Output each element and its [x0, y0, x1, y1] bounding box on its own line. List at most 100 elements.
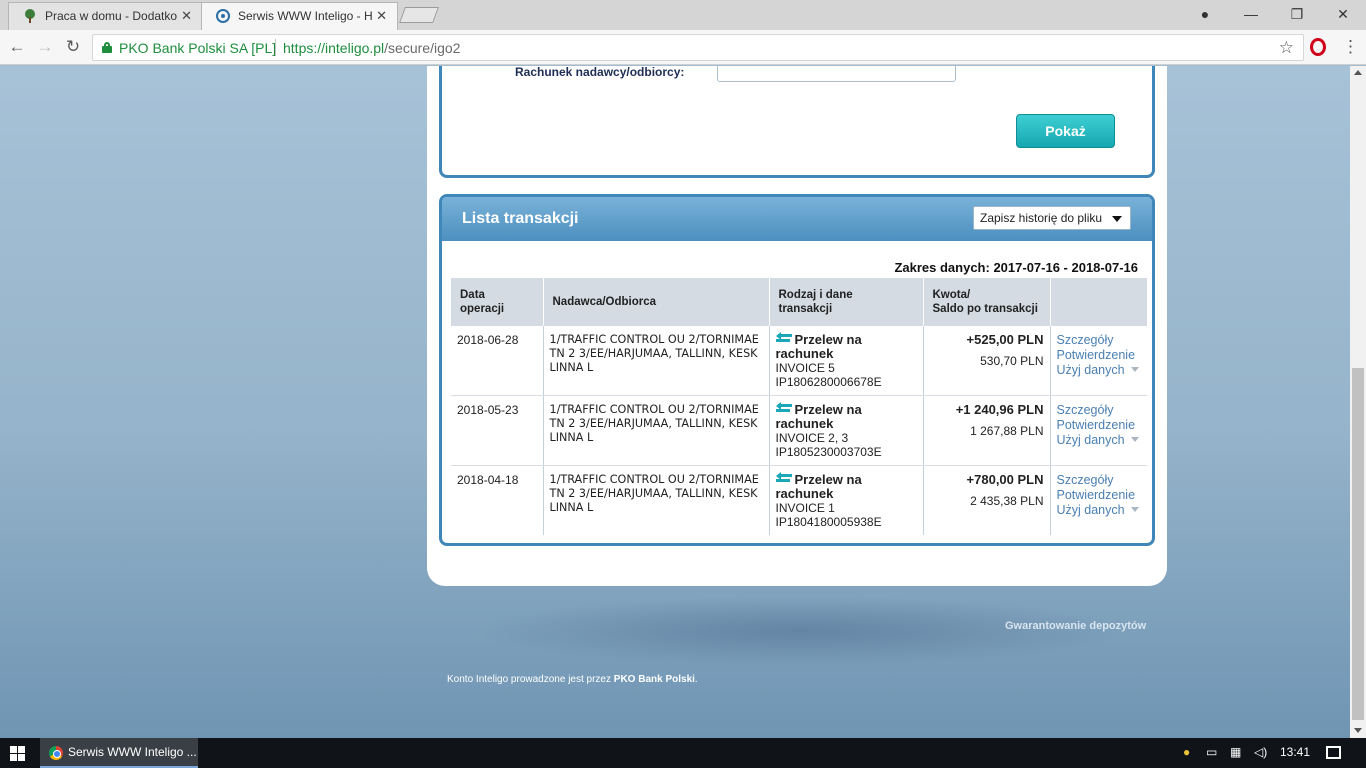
- profile-icon[interactable]: ●: [1182, 0, 1228, 28]
- transaction-description: INVOICE 5: [775, 361, 835, 375]
- scroll-down-arrow-icon[interactable]: [1354, 728, 1362, 733]
- tray-security-icon[interactable]: ●: [1183, 745, 1190, 759]
- scroll-up-arrow-icon[interactable]: [1354, 70, 1362, 75]
- date-range: Zakres danych: 2017-07-16 - 2018-07-16: [894, 260, 1138, 275]
- transaction-amount: +780,00 PLN: [966, 472, 1044, 487]
- cell-type: Przelew na rachunek INVOICE 5 IP1806280006…: [769, 326, 924, 396]
- details-link[interactable]: Szczegóły: [1057, 473, 1142, 488]
- table-row: 2018-06-28 1/TRAFFIC CONTROL OU 2/TORNIMA…: [451, 326, 1147, 396]
- transactions-header: Lista transakcji Zapisz historię do plik…: [442, 197, 1152, 241]
- table-row: 2018-04-18 1/TRAFFIC CONTROL OU 2/TORNIMA…: [451, 465, 1147, 536]
- lock-icon: [102, 42, 112, 53]
- vertical-scrollbar[interactable]: [1350, 66, 1366, 738]
- forward-arrow-icon[interactable]: →: [34, 37, 56, 59]
- tab-title: Serwis WWW Inteligo - H: [238, 9, 373, 23]
- details-link[interactable]: Szczegóły: [1057, 333, 1142, 348]
- windows-start-icon[interactable]: [10, 746, 25, 761]
- column-header-type: Rodzaj i dane transakcji: [769, 278, 924, 326]
- new-tab-button[interactable]: [399, 7, 439, 23]
- cell-party: 1/TRAFFIC CONTROL OU 2/TORNIMAE TN 2 3/E…: [543, 326, 770, 396]
- bookmark-star-icon[interactable]: ☆: [1279, 38, 1294, 58]
- taskbar-chrome-item[interactable]: Serwis WWW Inteligo ...: [40, 738, 198, 768]
- details-link[interactable]: Szczegóły: [1057, 403, 1142, 418]
- transaction-amount: +1 240,96 PLN: [955, 402, 1044, 417]
- reload-icon[interactable]: ↻: [62, 37, 84, 59]
- table-row: 2018-05-23 1/TRAFFIC CONTROL OU 2/TORNIMA…: [451, 395, 1147, 466]
- tab-title: Praca w domu - Dodatko: [45, 9, 178, 23]
- confirmation-link[interactable]: Potwierdzenie: [1057, 418, 1142, 433]
- cell-type: Przelew na rachunek INVOICE 2, 3 IP1805230…: [769, 395, 924, 466]
- chevron-down-icon: [1130, 437, 1139, 442]
- minimize-button[interactable]: —: [1228, 0, 1274, 28]
- chevron-down-icon: [1112, 216, 1122, 222]
- footer-note: Konto Inteligo prowadzone jest przez PKO…: [447, 674, 698, 685]
- column-header-date: Data operacji: [451, 278, 544, 326]
- tray-volume-icon[interactable]: ◁): [1254, 745, 1267, 759]
- cell-amount: +525,00 PLN 530,70 PLN: [923, 326, 1051, 396]
- confirmation-link[interactable]: Potwierdzenie: [1057, 488, 1142, 503]
- url-text: https://inteligo.pl/secure/igo2: [283, 40, 461, 56]
- cell-date: 2018-04-18: [451, 465, 544, 535]
- tree-favicon-icon: [25, 9, 35, 23]
- chevron-down-icon: [1130, 507, 1139, 512]
- transactions-panel: Lista transakcji Zapisz historię do plik…: [439, 194, 1155, 546]
- taskbar: Serwis WWW Inteligo ... ● ▭ ▦ ◁) 13:41: [0, 738, 1366, 768]
- taskbar-item-label: Serwis WWW Inteligo ...: [68, 745, 197, 759]
- transfer-arrows-icon: [775, 472, 792, 483]
- cell-party: 1/TRAFFIC CONTROL OU 2/TORNIMAE TN 2 3/E…: [543, 395, 770, 466]
- cell-amount: +1 240,96 PLN 1 267,88 PLN: [923, 395, 1051, 466]
- close-window-button[interactable]: ✕: [1320, 0, 1366, 28]
- transaction-amount: +525,00 PLN: [966, 332, 1044, 347]
- confirmation-link[interactable]: Potwierdzenie: [1057, 348, 1142, 363]
- cell-amount: +780,00 PLN 2 435,38 PLN: [923, 465, 1051, 535]
- cell-party: 1/TRAFFIC CONTROL OU 2/TORNIMAE TN 2 3/E…: [543, 465, 770, 535]
- balance-after: 1 267,88 PLN: [970, 424, 1044, 438]
- cell-date: 2018-05-23: [451, 395, 544, 466]
- deposit-guarantee-link[interactable]: Gwarantowanie depozytów: [1005, 620, 1146, 632]
- scroll-thumb[interactable]: [1352, 368, 1364, 720]
- restore-button[interactable]: ❐: [1274, 0, 1320, 28]
- cell-actions: Szczegóły Potwierdzenie Użyj danych: [1050, 466, 1147, 536]
- back-arrow-icon[interactable]: ←: [6, 37, 28, 59]
- save-history-select[interactable]: Zapisz historię do pliku: [973, 206, 1131, 230]
- transaction-reference: IP1806280006678E: [775, 375, 882, 389]
- pko-bank-link[interactable]: PKO Bank Polski: [614, 674, 695, 685]
- browser-tab-inteligo[interactable]: Serwis WWW Inteligo - H ✕: [201, 2, 398, 30]
- menu-kebab-icon[interactable]: ⋮: [1342, 36, 1359, 58]
- show-button[interactable]: Pokaż: [1016, 114, 1115, 148]
- browser-tabbar: Praca w domu - Dodatko ✕ Serwis WWW Inte…: [0, 0, 1366, 30]
- transfer-arrows-icon: [775, 332, 792, 343]
- transaction-description: INVOICE 2, 3: [775, 431, 849, 445]
- use-data-link[interactable]: Użyj danych: [1057, 433, 1142, 448]
- divider: [275, 39, 276, 56]
- transaction-reference: IP1805230003703E: [775, 445, 882, 459]
- taskbar-clock[interactable]: 13:41: [1280, 745, 1310, 759]
- tab-close-icon[interactable]: ✕: [181, 3, 192, 29]
- column-header-actions: [1050, 278, 1147, 326]
- column-header-party: Nadawca/Odbiorca: [543, 278, 770, 326]
- address-bar[interactable]: PKO Bank Polski SA [PL] https://inteligo…: [92, 34, 1304, 61]
- transfer-arrows-icon: [775, 402, 792, 413]
- account-filter-input[interactable]: [717, 66, 956, 82]
- tab-close-icon[interactable]: ✕: [376, 3, 387, 29]
- table-header-row: Data operacji Nadawca/Odbiorca Rodzaj i d…: [451, 278, 1147, 326]
- use-data-link[interactable]: Użyj danych: [1057, 363, 1142, 378]
- cell-date: 2018-06-28: [451, 326, 544, 396]
- inteligo-favicon-icon: [216, 9, 230, 23]
- action-center-icon[interactable]: [1326, 746, 1341, 759]
- transactions-table: Data operacji Nadawca/Odbiorca Rodzaj i d…: [451, 278, 1147, 535]
- save-history-label: Zapisz historię do pliku: [980, 211, 1103, 225]
- use-data-link[interactable]: Użyj danych: [1057, 503, 1142, 518]
- balance-after: 2 435,38 PLN: [970, 494, 1044, 508]
- secure-site-label: PKO Bank Polski SA [PL]: [119, 40, 277, 56]
- cell-actions: Szczegóły Potwierdzenie Użyj danych: [1050, 326, 1147, 396]
- account-filter-label: Rachunek nadawcy/odbiorcy:: [515, 66, 685, 79]
- transactions-title: Lista transakcji: [462, 210, 579, 227]
- tray-battery-icon[interactable]: ▭: [1206, 745, 1217, 759]
- opera-icon[interactable]: [1310, 38, 1326, 56]
- column-header-amount: Kwota/Saldo po transakcji: [923, 278, 1051, 326]
- chrome-icon: [49, 746, 63, 760]
- browser-tab-praca[interactable]: Praca w domu - Dodatko ✕: [8, 2, 203, 30]
- chevron-down-icon: [1130, 367, 1139, 372]
- tray-network-icon[interactable]: ▦: [1230, 745, 1241, 759]
